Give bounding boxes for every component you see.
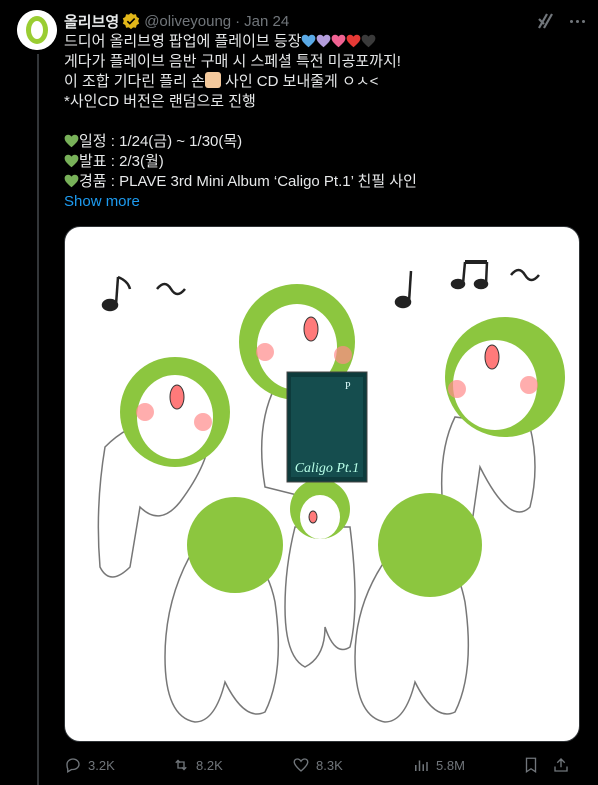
verified-badge-icon: [123, 12, 140, 30]
tweet-line-2: 게다가 플레이브 음반 구매 시 스페셜 특전 미공포까지!: [64, 53, 401, 70]
tweet-line-3a: 이 조합 기다린 플리 손: [64, 73, 205, 90]
share-icon: [554, 758, 568, 772]
bookmark-button[interactable]: [522, 756, 552, 774]
tweet-actions: 3.2K 8.2K 8.3K 5.8M: [64, 753, 584, 777]
views-icon: [415, 760, 428, 771]
timestamp[interactable]: Jan 24: [244, 13, 289, 30]
green-heart-icon: [64, 154, 79, 168]
separator: ·: [235, 12, 241, 30]
illustration: P Caligo Pt.1: [97, 260, 565, 723]
green-heart-icon: [64, 134, 79, 148]
handle[interactable]: @oliveyoung: [144, 13, 231, 30]
views-count: 5.8M: [436, 757, 465, 773]
heart-emoji-icon: [332, 34, 346, 48]
heart-emoji-icon: [347, 34, 361, 48]
like-icon: [293, 758, 309, 772]
tweet-line-prize: 경품 : PLAVE 3rd Mini Album ‘Caligo Pt.1’ …: [79, 173, 417, 190]
tweet-text: 드디어 올리브영 팝업에 플레이브 등장 게다가 플레이브 음반 구매 시 스페…: [64, 32, 584, 192]
tweet-line-announce: 발표 : 2/3(월): [79, 153, 164, 170]
raising-hand-emoji-icon: [204, 72, 221, 88]
heart-emoji-icon: [362, 34, 376, 48]
heart-emoji-icon: [317, 34, 331, 48]
avatar[interactable]: [17, 10, 57, 50]
tweet-line-4: *사인CD 버전은 랜덤으로 진행: [64, 93, 256, 110]
bookmark-icon: [525, 757, 537, 774]
show-more-link[interactable]: Show more: [64, 193, 140, 210]
tweet-line-schedule: 일정 : 1/24(금) ~ 1/30(목): [79, 133, 243, 150]
repost-icon: [175, 759, 187, 771]
grok-icon[interactable]: [536, 11, 556, 31]
green-heart-icon: [64, 174, 79, 188]
display-name[interactable]: 올리브영: [64, 11, 119, 32]
thread-line: [37, 54, 39, 785]
more-options-icon[interactable]: [566, 13, 588, 29]
repost-count: 8.2K: [196, 757, 223, 773]
oliveyoung-logo: [17, 10, 57, 50]
repost-button[interactable]: 8.2K: [172, 756, 292, 774]
heart-emoji-icon: [302, 34, 316, 48]
album-logo: P: [345, 381, 351, 392]
tweet-header: 올리브영 @oliveyoung · Jan 24: [64, 10, 598, 32]
share-button[interactable]: [552, 756, 582, 774]
reply-button[interactable]: 3.2K: [64, 756, 172, 774]
heart-emojis: [301, 33, 376, 50]
album-cover: P Caligo Pt.1: [286, 371, 368, 483]
views-button[interactable]: 5.8M: [412, 756, 522, 774]
like-button[interactable]: 8.3K: [292, 756, 412, 774]
tweet-line-1: 드디어 올리브영 팝업에 플레이브 등장: [64, 33, 302, 50]
like-count: 8.3K: [316, 757, 343, 773]
reply-icon: [66, 758, 80, 773]
tweet-line-3b: 사인 CD 보내줄게 ㅇㅅ<: [220, 73, 379, 90]
tweet-image[interactable]: P Caligo Pt.1: [64, 226, 580, 742]
album-title: Caligo Pt.1: [295, 461, 360, 476]
reply-count: 3.2K: [88, 757, 115, 773]
